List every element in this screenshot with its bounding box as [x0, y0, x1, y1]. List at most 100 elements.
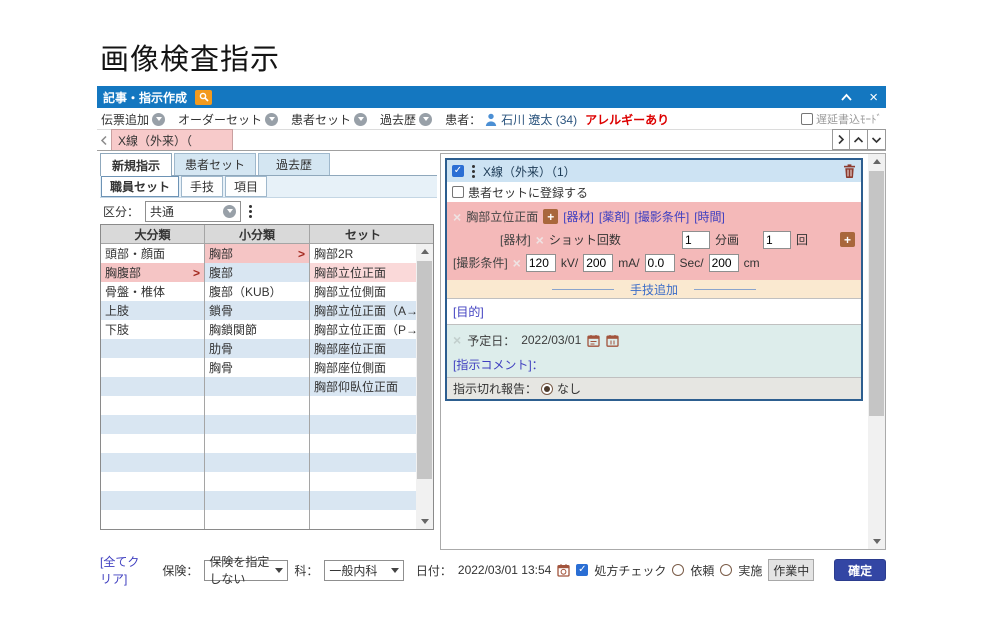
table-cell[interactable]: 胸骨: [205, 358, 310, 377]
table-cell[interactable]: 上肢: [101, 301, 205, 320]
table-row: 骨盤・椎体腹部（KUB）胸部立位側面: [101, 282, 416, 301]
scrollbar-thumb[interactable]: [869, 171, 884, 416]
table-cell[interactable]: 胸部座位正面: [310, 339, 416, 358]
yakuzai-link[interactable]: [薬剤]: [599, 208, 630, 225]
cell-label: 胸腹部: [105, 264, 141, 281]
add-detail-icon[interactable]: +: [543, 209, 558, 224]
jikan-link[interactable]: [時間]: [694, 208, 725, 225]
satsuei-joken-link[interactable]: [撮影条件]: [635, 208, 690, 225]
shot-unit1: 分画: [715, 231, 739, 248]
patient-name[interactable]: 石川 遼太 (34): [501, 111, 577, 128]
chevron-down-icon: [223, 205, 236, 218]
condition-remove-icon[interactable]: ×: [513, 256, 521, 270]
menu-history[interactable]: 過去歴: [380, 111, 432, 128]
table-cell[interactable]: 胸部立位正面: [310, 263, 416, 282]
add-procedure-label[interactable]: 手技追加: [630, 281, 678, 298]
close-icon[interactable]: ×: [869, 90, 878, 105]
department-select[interactable]: 一般内科: [324, 560, 403, 581]
procedure-block: × 胸部立位正面 + [器材] [薬剤] [撮影条件] [時間] [器材] × …: [447, 202, 861, 280]
kizai-link[interactable]: [器材]: [563, 208, 594, 225]
subtab-item[interactable]: 項目: [225, 176, 267, 197]
cell-label: 腹部: [209, 264, 233, 281]
calendar-month-icon[interactable]: [606, 334, 619, 347]
schedule-row: × 予定日： 2022/03/01: [453, 327, 855, 353]
cell-label: 頭部・顔面: [105, 245, 165, 262]
scroll-down-icon[interactable]: [868, 534, 885, 549]
collapse-icon[interactable]: [840, 93, 853, 102]
table-cell[interactable]: 骨盤・椎体: [101, 282, 205, 301]
trash-icon[interactable]: [843, 164, 856, 178]
kebab-menu-icon[interactable]: [247, 205, 254, 218]
procedure-remove-icon[interactable]: ×: [453, 210, 461, 224]
table-cell[interactable]: 胸鎖関節: [205, 320, 310, 339]
table-cell[interactable]: 胸腹部>: [101, 263, 205, 282]
table-cell[interactable]: 胸部立位正面（P→A）: [310, 320, 416, 339]
register-checkbox[interactable]: [452, 186, 464, 198]
table-cell: [101, 339, 205, 358]
tab-nav-left-icon[interactable]: [97, 130, 111, 150]
tab-new-order[interactable]: 新規指示: [100, 153, 172, 176]
subtab-technique[interactable]: 手技: [181, 176, 223, 197]
bunga-input[interactable]: [763, 231, 791, 249]
add-procedure-bar[interactable]: 手技追加: [447, 280, 861, 298]
comment-link[interactable]: [指示コメント]：: [453, 356, 544, 373]
order-kebab-icon[interactable]: [470, 165, 477, 178]
table-cell[interactable]: 腹部: [205, 263, 310, 282]
calendar-day-icon[interactable]: [587, 334, 600, 347]
table-cell[interactable]: 胸部仰臥位正面: [310, 377, 416, 396]
scrollbar-thumb[interactable]: [417, 261, 432, 479]
insurance-select[interactable]: 保険を指定しない: [204, 560, 288, 581]
implement-radio[interactable]: [720, 564, 732, 576]
tab-history[interactable]: 過去歴: [258, 153, 330, 175]
scroll-up-icon[interactable]: [868, 154, 885, 169]
order-checkbox[interactable]: [452, 165, 464, 177]
table-cell[interactable]: 胸部2R: [310, 244, 416, 263]
request-radio[interactable]: [672, 564, 684, 576]
kizai-remove-icon[interactable]: ×: [536, 233, 544, 247]
subtab-staff-set[interactable]: 職員セット: [101, 176, 179, 197]
add-kizai-icon[interactable]: +: [840, 232, 855, 247]
cm-unit: cm: [744, 256, 760, 270]
delay-write-checkbox[interactable]: [801, 113, 813, 125]
clear-all-link[interactable]: [全てクリア]: [100, 553, 150, 587]
order-tab-xray[interactable]: X線（外来）（: [111, 129, 233, 150]
right-panel-scrollbar[interactable]: [868, 154, 885, 549]
table-cell[interactable]: 胸部立位正面（A→P）: [310, 301, 416, 320]
expire-report-radio[interactable]: [541, 383, 553, 395]
purpose-link[interactable]: [目的]: [453, 303, 484, 320]
table-cell[interactable]: 腹部（KUB）: [205, 282, 310, 301]
working-button[interactable]: 作業中: [768, 559, 814, 581]
left-table-scrollbar[interactable]: [416, 244, 433, 529]
kizai-label: [器材]: [500, 231, 531, 248]
confirm-button[interactable]: 確定: [834, 559, 886, 581]
table-cell[interactable]: 胸部>: [205, 244, 310, 263]
search-icon[interactable]: [195, 90, 212, 105]
tab-patient-set[interactable]: 患者セット: [174, 153, 256, 175]
kubun-select[interactable]: 共通: [145, 201, 241, 222]
table-row: 上肢鎖骨胸部立位正面（A→P）: [101, 301, 416, 320]
scroll-up-icon[interactable]: [416, 244, 433, 259]
menu-order-set[interactable]: オーダーセット: [178, 111, 278, 128]
kv-input[interactable]: [526, 254, 556, 272]
table-cell[interactable]: 鎖骨: [205, 301, 310, 320]
rx-check-checkbox[interactable]: [576, 564, 588, 576]
scroll-down-icon[interactable]: [416, 514, 433, 529]
cm-input[interactable]: [709, 254, 739, 272]
sec-input[interactable]: [645, 254, 675, 272]
table-cell[interactable]: 胸部立位側面: [310, 282, 416, 301]
table-cell[interactable]: 胸部座位側面: [310, 358, 416, 377]
menu-patient-set[interactable]: 患者セット: [291, 111, 367, 128]
ma-input[interactable]: [583, 254, 613, 272]
menu-denpyo-tsuika[interactable]: 伝票追加: [101, 111, 165, 128]
tab-move-up-icon[interactable]: [850, 129, 868, 150]
window-title: 記事・指示作成: [103, 89, 187, 106]
schedule-remove-icon[interactable]: ×: [453, 333, 461, 347]
tab-move-down-icon[interactable]: [868, 129, 886, 150]
table-cell[interactable]: 下肢: [101, 320, 205, 339]
calendar-icon[interactable]: [557, 563, 570, 577]
table-cell: [101, 396, 205, 415]
table-cell[interactable]: 頭部・顔面: [101, 244, 205, 263]
tab-nav-right-icon[interactable]: [832, 129, 850, 150]
shot-count-input[interactable]: [682, 231, 710, 249]
table-cell[interactable]: 肋骨: [205, 339, 310, 358]
